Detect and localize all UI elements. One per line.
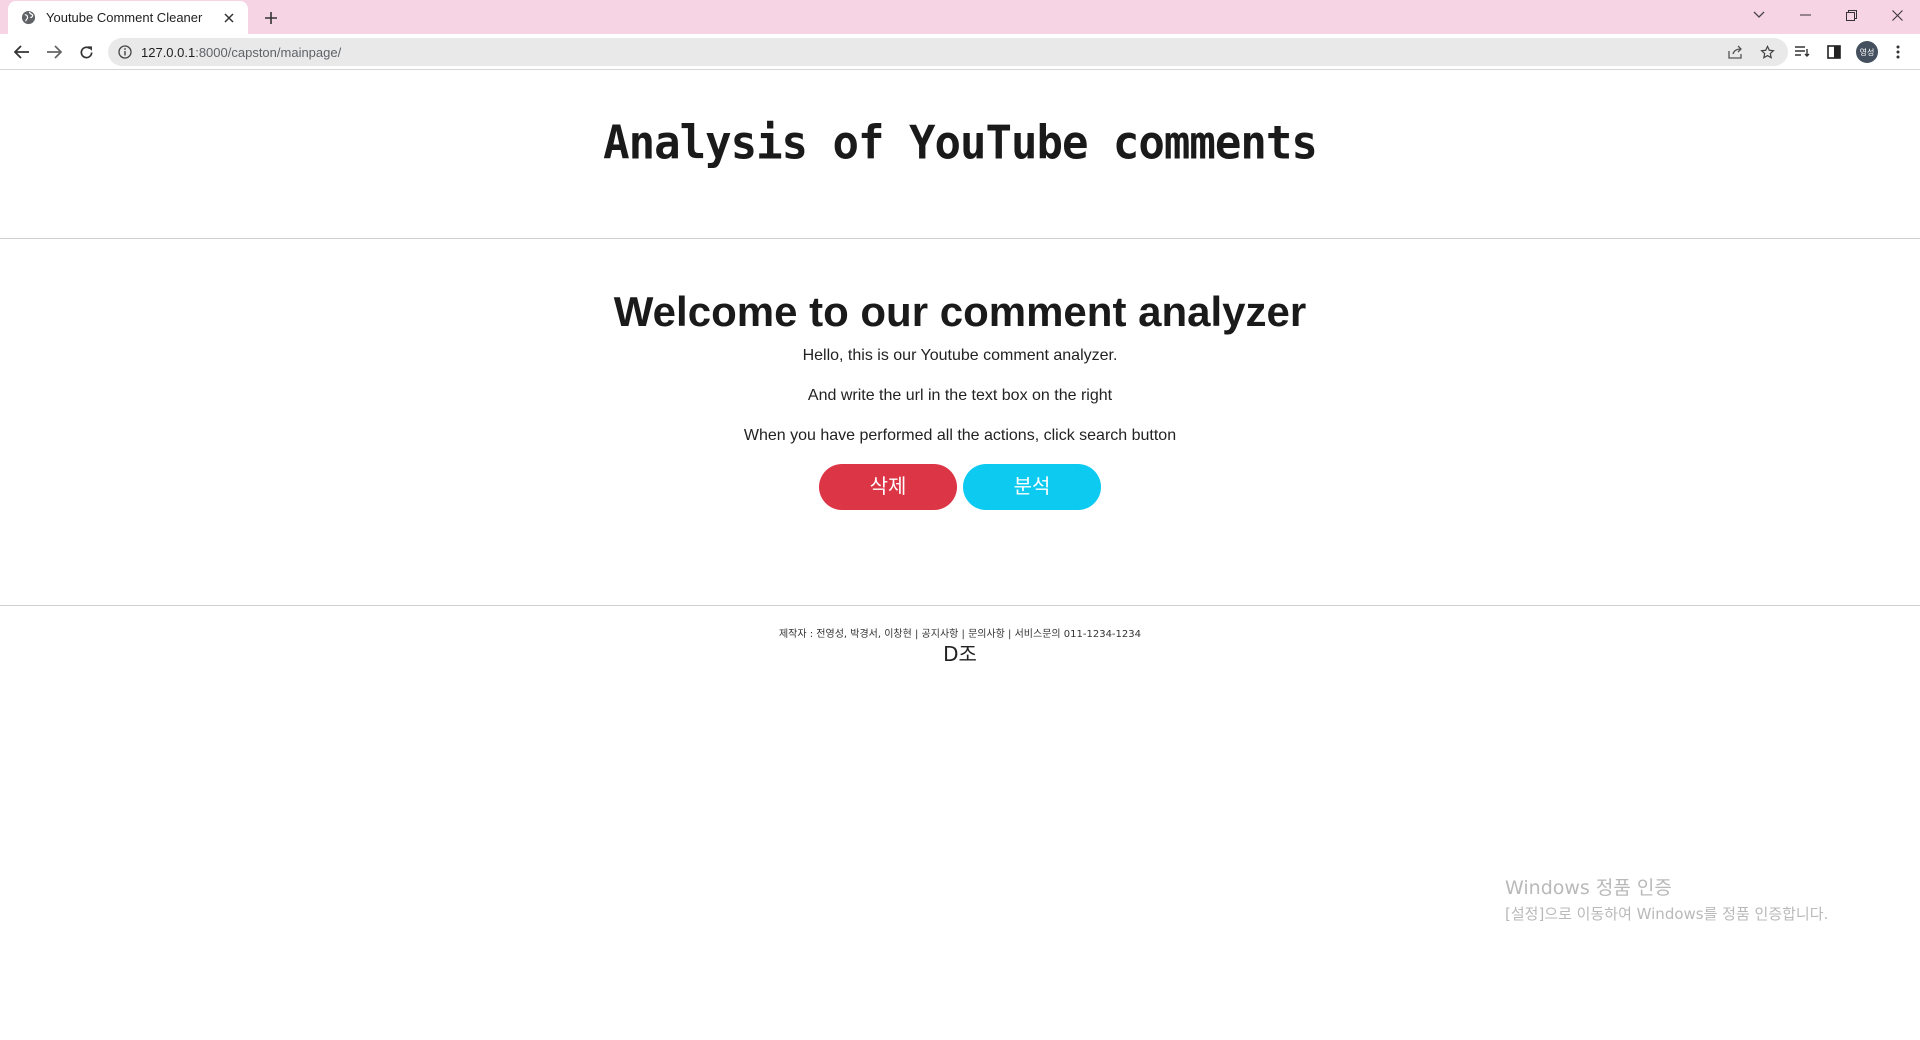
tab-title: Youtube Comment Cleaner — [46, 10, 203, 25]
close-tab-icon[interactable] — [220, 9, 238, 27]
minimize-icon[interactable] — [1782, 0, 1828, 30]
restore-icon[interactable] — [1828, 0, 1874, 30]
windows-activation-watermark: Windows 정품 인증 [설정]으로 이동하여 Windows를 정품 인증… — [1505, 873, 1828, 924]
url-text: 127.0.0.1:8000/capston/mainpage/ — [141, 45, 341, 60]
back-arrow-icon[interactable] — [10, 40, 34, 64]
share-icon[interactable] — [1723, 42, 1747, 62]
new-tab-icon[interactable] — [260, 7, 282, 29]
url-host: 127.0.0.1 — [141, 44, 196, 60]
side-panel-icon[interactable] — [1822, 40, 1846, 64]
tab-search-chevron-icon[interactable] — [1736, 0, 1782, 30]
browser-tab[interactable]: Youtube Comment Cleaner — [8, 1, 248, 34]
browser-titlebar: Youtube Comment Cleaner — [0, 0, 1920, 34]
header-divider — [0, 238, 1920, 239]
close-window-icon[interactable] — [1874, 0, 1920, 30]
analyze-button[interactable]: 분석 — [963, 464, 1101, 510]
footer-team-name: D조 — [943, 642, 977, 666]
intro-paragraph-2: And write the url in the text box on the… — [807, 387, 1113, 404]
profile-avatar[interactable]: 영성 — [1856, 41, 1878, 63]
activation-title: Windows 정품 인증 — [1505, 877, 1672, 899]
footer-divider — [0, 605, 1920, 606]
more-menu-icon[interactable] — [1886, 40, 1910, 64]
reload-icon[interactable] — [74, 40, 98, 64]
delete-button[interactable]: 삭제 — [819, 464, 957, 510]
info-icon[interactable] — [118, 45, 132, 59]
intro-paragraph-3: When you have performed all the actions,… — [743, 427, 1177, 444]
forward-arrow-icon[interactable] — [42, 40, 66, 64]
site-title: Analysis of YouTube comments — [603, 116, 1318, 171]
welcome-heading: Welcome to our comment analyzer — [613, 288, 1307, 335]
reading-list-icon[interactable] — [1790, 40, 1814, 64]
browser-toolbar: 127.0.0.1:8000/capston/mainpage/ 영성 — [0, 34, 1920, 70]
globe-icon — [21, 10, 36, 25]
intro-paragraph-1: Hello, this is our Youtube comment analy… — [802, 347, 1118, 364]
address-bar[interactable]: 127.0.0.1:8000/capston/mainpage/ — [108, 38, 1788, 66]
activation-subtitle: [설정]으로 이동하여 Windows를 정품 인증합니다. — [1505, 905, 1829, 923]
url-path: :8000/capston/mainpage/ — [195, 44, 342, 60]
bookmark-star-icon[interactable] — [1755, 42, 1779, 62]
